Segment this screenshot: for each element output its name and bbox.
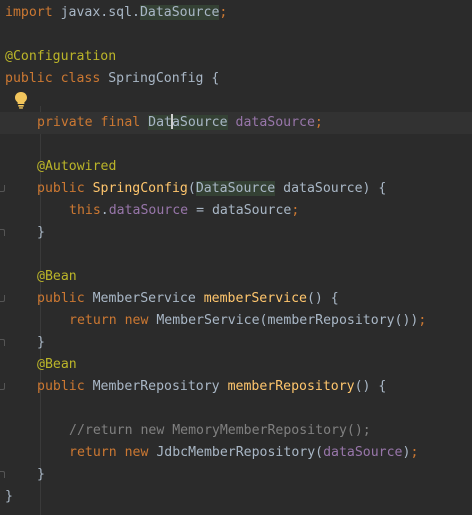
code-line[interactable]: this.dataSource = dataSource; xyxy=(0,200,472,222)
dot: . xyxy=(100,203,109,218)
code-editor[interactable]: import javax.sql.DataSource; @Configurat… xyxy=(0,0,472,515)
type-reference: DataSource xyxy=(195,181,276,196)
closing-brace: } xyxy=(37,467,45,482)
assignment: = dataSource xyxy=(188,203,292,218)
method-name: memberService xyxy=(203,291,307,306)
semicolon: ; xyxy=(418,313,427,328)
closing-brace: } xyxy=(5,489,13,504)
annotation: @Bean xyxy=(37,357,77,372)
field-name: dataSource xyxy=(108,203,189,218)
code-line[interactable]: } xyxy=(0,464,472,486)
method-signature: () { xyxy=(354,379,387,394)
closing-brace: } xyxy=(37,335,45,350)
code-line[interactable]: @Bean xyxy=(0,354,472,376)
paren: ( xyxy=(187,181,196,196)
keyword: import xyxy=(5,5,53,20)
keyword: this xyxy=(69,203,101,218)
code-text: return new JdbcMemberRepository(dataSour… xyxy=(69,442,418,464)
code-line[interactable]: public class SpringConfig { xyxy=(0,68,472,90)
code-line[interactable]: public SpringConfig(DataSource dataSourc… xyxy=(0,178,472,200)
code-text: import javax.sql.DataSource; xyxy=(5,2,227,24)
code-line[interactable]: @Bean xyxy=(0,266,472,288)
field-reference: dataSource xyxy=(323,445,403,460)
semicolon: ; xyxy=(410,445,419,460)
code-text: return new MemberService(memberRepositor… xyxy=(69,310,426,332)
code-text: this.dataSource = dataSource; xyxy=(69,200,299,222)
code-text: public MemberRepository memberRepository… xyxy=(37,376,386,398)
class-name: SpringConfig { xyxy=(100,71,220,86)
code-line[interactable]: //return new MemoryMemberRepository(); xyxy=(0,420,472,442)
keyword: public xyxy=(37,181,93,196)
semicolon: ; xyxy=(219,5,228,20)
field-name: dataSource xyxy=(235,115,315,130)
code-line[interactable]: return new MemberService(memberRepositor… xyxy=(0,310,472,332)
annotation: @Configuration xyxy=(5,49,117,64)
package-name: javax.sql. xyxy=(52,5,140,20)
code-line[interactable]: import javax.sql.DataSource; xyxy=(0,2,472,24)
class-reference: DataSource xyxy=(139,5,220,20)
keyword: return new xyxy=(69,313,157,328)
code-text: public MemberService memberService() { xyxy=(37,288,339,310)
keyword: private final xyxy=(37,115,149,130)
semicolon: ; xyxy=(291,203,300,218)
return-type: MemberService xyxy=(92,291,204,306)
keyword: public class xyxy=(5,71,101,86)
code-line[interactable]: @Autowired xyxy=(0,156,472,178)
constructor-name: SpringConfig xyxy=(92,181,188,196)
code-line[interactable]: public MemberService memberService() { xyxy=(0,288,472,310)
method-name: memberRepository xyxy=(227,379,355,394)
code-text: public SpringConfig(DataSource dataSourc… xyxy=(37,178,386,200)
annotation: @Bean xyxy=(37,269,77,284)
code-line-current[interactable]: private final DataSource dataSource; xyxy=(0,112,472,134)
code-line[interactable]: } xyxy=(0,486,472,508)
keyword: public xyxy=(37,379,93,394)
comment: //return new MemoryMemberRepository(); xyxy=(69,423,371,438)
keyword: public xyxy=(37,291,93,306)
return-type: MemberRepository xyxy=(92,379,228,394)
constructor-call: JdbcMemberRepository( xyxy=(156,445,324,460)
method-signature: () { xyxy=(306,291,339,306)
lightbulb-icon[interactable] xyxy=(13,91,29,109)
code-line[interactable]: } xyxy=(0,222,472,244)
code-line[interactable]: return new JdbcMemberRepository(dataSour… xyxy=(0,442,472,464)
code-line[interactable]: @Configuration xyxy=(0,46,472,68)
parameter: dataSource) { xyxy=(275,181,387,196)
closing-brace: } xyxy=(37,225,45,240)
semicolon: ; xyxy=(314,115,323,130)
code-line[interactable]: } xyxy=(0,332,472,354)
keyword: return new xyxy=(69,445,157,460)
annotation: @Autowired xyxy=(37,159,117,174)
constructor-call: MemberService(memberRepository()) xyxy=(156,313,419,328)
code-text: private final DataSource dataSource; xyxy=(37,112,323,134)
type-reference: DataSource xyxy=(148,114,228,130)
code-text: public class SpringConfig { xyxy=(5,68,219,90)
code-line[interactable]: public MemberRepository memberRepository… xyxy=(0,376,472,398)
